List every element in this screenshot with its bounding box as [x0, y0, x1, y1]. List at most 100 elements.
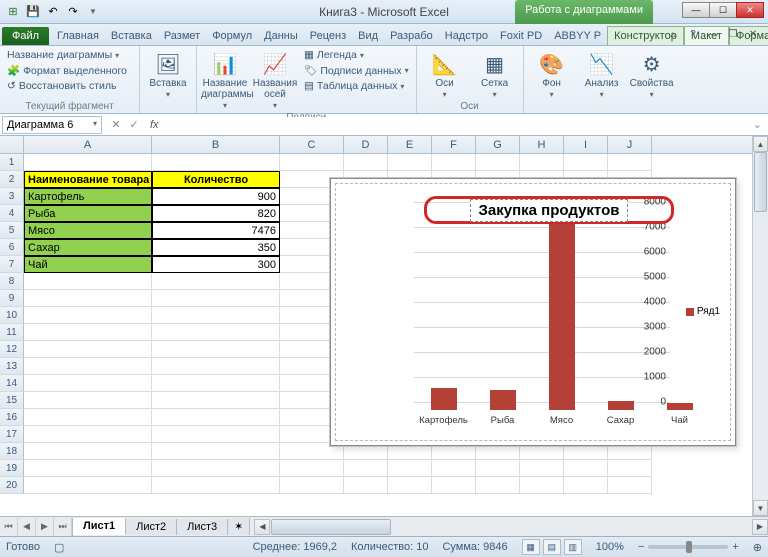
close-button[interactable]: ✕ — [736, 2, 764, 18]
cell[interactable] — [476, 477, 520, 494]
col-header-h[interactable]: H — [520, 136, 564, 153]
tab-abbyy[interactable]: ABBYY P — [548, 27, 607, 45]
cell[interactable]: Картофель — [24, 188, 152, 205]
minimize-button[interactable]: — — [682, 2, 710, 18]
fx-icon[interactable]: fx — [146, 119, 163, 131]
cell[interactable] — [564, 477, 608, 494]
col-header-j[interactable]: J — [608, 136, 652, 153]
col-header-i[interactable]: I — [564, 136, 608, 153]
row-header[interactable]: 3 — [0, 188, 24, 205]
normal-view-icon[interactable]: ▦ — [522, 539, 540, 555]
undo-icon[interactable]: ↶ — [44, 3, 62, 21]
cell[interactable] — [24, 460, 152, 477]
vertical-scrollbar[interactable]: ▲ ▼ — [752, 136, 768, 516]
chart-bar[interactable] — [431, 388, 457, 411]
expand-formula-icon[interactable]: ⌄ — [747, 118, 768, 131]
chart-bar[interactable] — [608, 401, 634, 410]
scroll-down-icon[interactable]: ▼ — [753, 500, 768, 516]
page-layout-icon[interactable]: ▤ — [543, 539, 561, 555]
row-header[interactable]: 19 — [0, 460, 24, 477]
cell[interactable] — [24, 324, 152, 341]
cell[interactable] — [608, 477, 652, 494]
sheet-tab-1[interactable]: Лист1 — [73, 518, 126, 535]
cell[interactable] — [520, 154, 564, 171]
cell[interactable] — [432, 154, 476, 171]
macro-record-icon[interactable]: ▢ — [54, 541, 64, 554]
maximize-button[interactable]: ☐ — [709, 2, 737, 18]
redo-icon[interactable]: ↷ — [64, 3, 82, 21]
properties-button[interactable]: ⚙Свойства▾ — [628, 48, 676, 111]
last-sheet-icon[interactable]: ⏭ — [54, 518, 72, 536]
sheet-tab-3[interactable]: Лист3 — [177, 519, 228, 535]
chart-bar[interactable] — [490, 390, 516, 411]
col-header-g[interactable]: G — [476, 136, 520, 153]
reset-style-button[interactable]: ↺Восстановить стиль — [4, 79, 135, 93]
chart-title[interactable]: Закупка продуктов — [470, 199, 629, 222]
ribbon-minimize-icon[interactable]: ▵ — [666, 27, 680, 41]
cell[interactable] — [280, 460, 344, 477]
cell[interactable] — [344, 154, 388, 171]
cell[interactable] — [152, 443, 280, 460]
hscroll-thumb[interactable] — [271, 519, 391, 535]
sheet-tab-2[interactable]: Лист2 — [126, 519, 177, 535]
qat-dropdown-icon[interactable]: ▼ — [84, 3, 102, 21]
axis-titles-button[interactable]: 📈Названия осей▾ — [251, 48, 299, 111]
zoom-in-icon[interactable]: + — [732, 541, 738, 553]
row-header[interactable]: 17 — [0, 426, 24, 443]
cell[interactable] — [152, 358, 280, 375]
cell[interactable] — [476, 154, 520, 171]
chart-title-button[interactable]: 📊Название диаграммы▾ — [201, 48, 249, 111]
cell[interactable] — [280, 154, 344, 171]
name-box[interactable]: Диаграмма 6▾ — [2, 116, 102, 134]
row-header[interactable]: 20 — [0, 477, 24, 494]
doc-close-icon[interactable]: ✕ — [746, 27, 760, 41]
chart-bar[interactable] — [667, 403, 693, 411]
formula-input[interactable] — [163, 117, 747, 133]
prev-sheet-icon[interactable]: ◀ — [18, 518, 36, 536]
cell[interactable] — [432, 460, 476, 477]
cell[interactable] — [24, 358, 152, 375]
cell[interactable] — [24, 154, 152, 171]
scroll-thumb[interactable] — [754, 152, 767, 212]
tab-home[interactable]: Главная — [51, 27, 105, 45]
cell[interactable] — [24, 409, 152, 426]
cell[interactable] — [344, 477, 388, 494]
tab-developer[interactable]: Разрабо — [384, 27, 439, 45]
background-button[interactable]: 🎨Фон▾ — [528, 48, 576, 111]
cell[interactable] — [152, 273, 280, 290]
cell[interactable] — [24, 426, 152, 443]
enter-icon[interactable]: ✓ — [126, 118, 142, 131]
cell[interactable] — [24, 273, 152, 290]
cell[interactable] — [152, 477, 280, 494]
col-header-b[interactable]: B — [152, 136, 280, 153]
doc-minimize-icon[interactable]: — — [706, 27, 720, 41]
cell[interactable] — [24, 443, 152, 460]
scroll-right-icon[interactable]: ▶ — [752, 519, 768, 535]
cell[interactable] — [24, 290, 152, 307]
cell[interactable] — [152, 307, 280, 324]
col-header-a[interactable]: A — [24, 136, 152, 153]
axes-button[interactable]: 📐Оси▾ — [421, 48, 469, 100]
tab-data[interactable]: Данны — [258, 27, 304, 45]
row-header[interactable]: 15 — [0, 392, 24, 409]
cell[interactable] — [152, 409, 280, 426]
cell[interactable]: 300 — [152, 256, 280, 273]
cell[interactable] — [152, 154, 280, 171]
cell[interactable] — [388, 477, 432, 494]
zoom-slider[interactable] — [648, 545, 728, 549]
col-header-f[interactable]: F — [432, 136, 476, 153]
row-header[interactable]: 1 — [0, 154, 24, 171]
zoom-level[interactable]: 100% — [596, 541, 624, 553]
tab-view[interactable]: Вид — [352, 27, 384, 45]
row-header[interactable]: 10 — [0, 307, 24, 324]
tab-layout[interactable]: Размет — [158, 27, 206, 45]
cell[interactable] — [152, 375, 280, 392]
cell[interactable] — [24, 307, 152, 324]
cell[interactable] — [24, 477, 152, 494]
select-all-button[interactable] — [0, 136, 24, 153]
cell[interactable] — [564, 460, 608, 477]
cell[interactable] — [344, 460, 388, 477]
cell[interactable]: Наименование товара — [24, 171, 152, 188]
cell[interactable]: Чай — [24, 256, 152, 273]
row-header[interactable]: 4 — [0, 205, 24, 222]
